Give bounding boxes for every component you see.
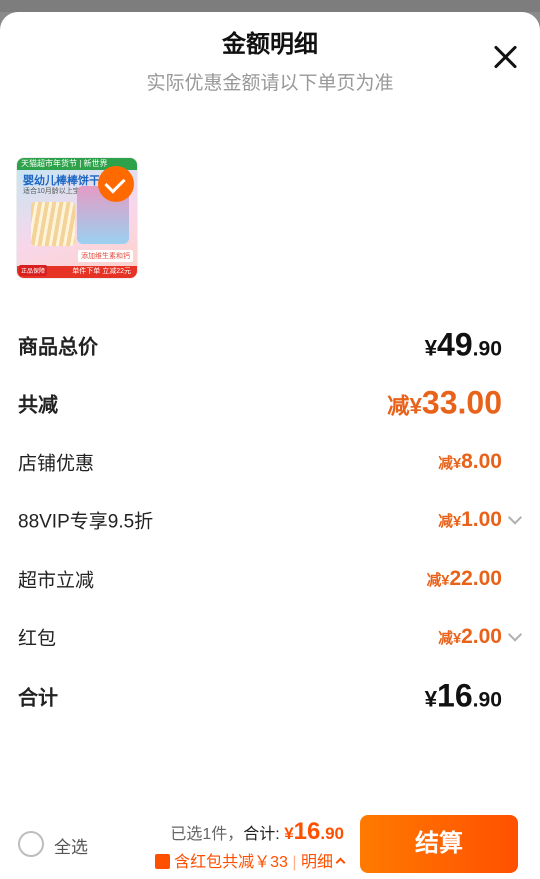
close-icon[interactable] [492,44,518,70]
row-store-discount: 店铺优惠 减¥8.00 [0,442,540,482]
row-label: 店铺优惠 [18,453,95,475]
selection-summary: 已选1件，合计: ¥16.90 [170,818,344,845]
chevron-up-icon[interactable] [335,857,346,868]
select-all-radio[interactable] [18,831,44,857]
sheet-title: 金额明细 [222,31,318,58]
row-vip-discount[interactable]: 88VIP专享9.5折 减¥1.00 [0,500,540,540]
row-value: ¥49.90 [424,326,502,363]
checkout-button[interactable]: 结算 [360,815,518,873]
thumb-tag: 添加维生素和钙 [78,250,133,262]
row-label: 共减 [18,394,58,417]
row-value: 减¥1.00 [438,508,502,531]
selected-check-icon[interactable] [98,166,134,202]
biscuit-sticks-image [31,202,75,246]
row-total-discount: 共减 减¥33.00 [0,383,540,423]
row-label: 商品总价 [18,336,98,359]
row-label: 红包 [18,628,57,650]
row-grand-total: 合计 ¥16.90 [0,676,540,716]
row-value: ¥16.90 [424,677,502,714]
checkout-bar: 全选 已选1件，合计: ¥16.90 含红包共减￥33 | 明细 结算 [0,806,540,879]
row-value: 减¥2.00 [438,625,502,648]
status-bar [0,0,540,12]
sheet-header: 金额明细 实际优惠金额请以下单页为准 [0,24,540,95]
row-label: 合计 [18,687,58,710]
row-red-packet[interactable]: 红包 减¥2.00 [0,617,540,657]
row-value: 减¥33.00 [387,384,502,421]
red-packet-icon [155,854,171,869]
row-value: 减¥22.00 [426,567,502,590]
authentic-badge: 正品保障 [19,265,48,276]
detail-link[interactable]: 明细 [301,854,333,871]
row-value: 减¥8.00 [438,450,502,473]
select-all-label[interactable]: 全选 [54,833,88,858]
red-packet-summary[interactable]: 含红包共减￥33 | 明细 [155,848,346,872]
sheet-subtitle: 实际优惠金额请以下单页为准 [146,73,394,94]
row-label: 超市立减 [18,570,95,592]
row-supermarket-discount: 超市立减 减¥22.00 [0,559,540,599]
row-label: 88VIP专享9.5折 [18,511,154,533]
row-subtotal: 商品总价 ¥49.90 [0,325,540,365]
chevron-down-icon[interactable] [507,510,523,525]
chevron-down-icon[interactable] [507,627,523,642]
